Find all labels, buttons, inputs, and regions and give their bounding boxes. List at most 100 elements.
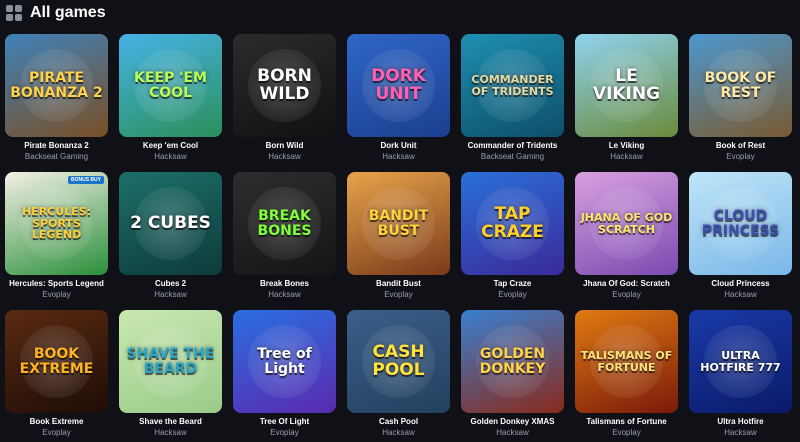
game-card[interactable]: BANDIT BUST Bandit Bust Evoplay	[347, 172, 450, 302]
game-title[interactable]: Break Bones	[233, 279, 336, 288]
game-provider: Evoplay	[42, 290, 71, 299]
game-card[interactable]: KEEP 'EM COOL Keep 'em Cool Hacksaw	[119, 34, 222, 164]
game-thumbnail[interactable]: BORN WILD	[233, 34, 336, 137]
game-card[interactable]: 2 CUBES Cubes 2 Hacksaw	[119, 172, 222, 302]
game-title[interactable]: Dork Unit	[347, 141, 450, 150]
game-title[interactable]: Book Extreme	[5, 417, 108, 426]
game-thumbnail[interactable]: BOOK OF REST	[689, 34, 792, 137]
game-provider: Backseat Gaming	[480, 152, 545, 161]
game-title[interactable]: Hercules: Sports Legend	[5, 279, 108, 288]
game-logo: KEEP 'EM COOL	[134, 69, 207, 101]
game-provider: Evoplay	[42, 428, 71, 437]
game-card[interactable]: TALISMANS OF FORTUNE Talismans of Fortune…	[575, 310, 678, 440]
game-thumbnail[interactable]: ULTRA HOTFIRE 777	[689, 310, 792, 413]
game-card[interactable]: COMMANDER OF TRIDENTS Commander of Triden…	[461, 34, 564, 164]
game-thumbnail[interactable]: TAP CRAZE	[461, 172, 564, 275]
game-title[interactable]: Bandit Bust	[347, 279, 450, 288]
game-title[interactable]: Tree Of Light	[233, 417, 336, 426]
game-card[interactable]: DORK UNIT Dork Unit Hacksaw	[347, 34, 450, 164]
game-thumbnail[interactable]: KEEP 'EM COOL	[119, 34, 222, 137]
game-logo: COMMANDER OF TRIDENTS	[471, 72, 554, 98]
game-thumbnail[interactable]: GOLDEN DONKEY	[461, 310, 564, 413]
game-logo: CASH POOL	[372, 341, 425, 380]
game-thumbnail[interactable]: BONUS BUY HERCULES: SPORTS LEGEND	[5, 172, 108, 275]
game-card[interactable]: BOOK EXTREME Book Extreme Evoplay	[5, 310, 108, 440]
game-provider: Hacksaw	[382, 152, 415, 161]
game-provider: Evoplay	[726, 152, 755, 161]
game-logo: CLOUD PRINCESS	[701, 207, 780, 239]
game-card[interactable]: TAP CRAZE Tap Craze Evoplay	[461, 172, 564, 302]
game-thumbnail[interactable]: 2 CUBES	[119, 172, 222, 275]
game-logo: SHAVE THE BEARD	[126, 345, 215, 377]
game-title[interactable]: Jhana Of God: Scratch	[575, 279, 678, 288]
game-thumbnail[interactable]: JHANA OF GOD SCRATCH	[575, 172, 678, 275]
game-logo: BOOK EXTREME	[19, 345, 94, 377]
game-logo: DORK UNIT	[371, 65, 426, 104]
game-logo: BREAK BONES	[257, 207, 312, 239]
game-provider: Hacksaw	[724, 428, 757, 437]
game-title[interactable]: Shave the Beard	[119, 417, 222, 426]
game-card[interactable]: Tree of Light Tree Of Light Evoplay	[233, 310, 336, 440]
game-logo: BOOK OF REST	[704, 69, 777, 101]
game-thumbnail[interactable]: BOOK EXTREME	[5, 310, 108, 413]
game-provider: Hacksaw	[268, 152, 301, 161]
game-thumbnail[interactable]: CASH POOL	[347, 310, 450, 413]
game-thumbnail[interactable]: SHAVE THE BEARD	[119, 310, 222, 413]
game-card[interactable]: SHAVE THE BEARD Shave the Beard Hacksaw	[119, 310, 222, 440]
game-title[interactable]: Cubes 2	[119, 279, 222, 288]
game-card[interactable]: CASH POOL Cash Pool Hacksaw	[347, 310, 450, 440]
game-card[interactable]: ULTRA HOTFIRE 777 Ultra Hotfire Hacksaw	[689, 310, 792, 440]
game-provider: Hacksaw	[496, 428, 529, 437]
game-title[interactable]: Cash Pool	[347, 417, 450, 426]
game-thumbnail[interactable]: CLOUD PRINCESS	[689, 172, 792, 275]
game-title[interactable]: Le Viking	[575, 141, 678, 150]
game-card[interactable]: LE VIKING Le Viking Hacksaw	[575, 34, 678, 164]
game-thumbnail[interactable]: DORK UNIT	[347, 34, 450, 137]
game-logo: HERCULES: SPORTS LEGEND	[21, 205, 92, 242]
game-thumbnail[interactable]: BREAK BONES	[233, 172, 336, 275]
game-provider: Hacksaw	[268, 290, 301, 299]
game-thumbnail[interactable]: COMMANDER OF TRIDENTS	[461, 34, 564, 137]
games-grid: PIRATE BONANZA 2 Pirate Bonanza 2 Backseat…	[5, 34, 792, 440]
game-title[interactable]: Commander of Tridents	[461, 141, 564, 150]
game-logo: GOLDEN DONKEY	[479, 345, 546, 377]
game-card[interactable]: GOLDEN DONKEY Golden Donkey XMAS Hacksaw	[461, 310, 564, 440]
game-logo: Tree of Light	[257, 345, 312, 377]
game-card[interactable]: BOOK OF REST Book of Rest Evoplay	[689, 34, 792, 164]
game-card[interactable]: JHANA OF GOD SCRATCH Jhana Of God: Scratc…	[575, 172, 678, 302]
grid-icon	[6, 5, 22, 21]
game-title[interactable]: Born Wild	[233, 141, 336, 150]
game-thumbnail[interactable]: BANDIT BUST	[347, 172, 450, 275]
game-thumbnail[interactable]: LE VIKING	[575, 34, 678, 137]
game-title[interactable]: Tap Craze	[461, 279, 564, 288]
game-logo: LE VIKING	[592, 65, 661, 104]
game-title[interactable]: Keep 'em Cool	[119, 141, 222, 150]
game-thumbnail[interactable]: Tree of Light	[233, 310, 336, 413]
game-thumbnail[interactable]: PIRATE BONANZA 2	[5, 34, 108, 137]
game-card[interactable]: BONUS BUY HERCULES: SPORTS LEGEND Hercules…	[5, 172, 108, 302]
game-title[interactable]: Talismans of Fortune	[575, 417, 678, 426]
game-card[interactable]: BREAK BONES Break Bones Hacksaw	[233, 172, 336, 302]
game-card[interactable]: PIRATE BONANZA 2 Pirate Bonanza 2 Backseat…	[5, 34, 108, 164]
game-logo: BORN WILD	[257, 65, 312, 104]
game-logo: BANDIT BUST	[368, 207, 429, 239]
game-card[interactable]: CLOUD PRINCESS Cloud Princess Hacksaw	[689, 172, 792, 302]
section-header: All games	[6, 3, 106, 23]
game-title[interactable]: Ultra Hotfire	[689, 417, 792, 426]
game-thumbnail[interactable]: TALISMANS OF FORTUNE	[575, 310, 678, 413]
game-provider: Hacksaw	[382, 428, 415, 437]
game-provider: Hacksaw	[154, 152, 187, 161]
game-logo: TAP CRAZE	[481, 203, 544, 242]
section-title: All games	[30, 4, 106, 21]
game-provider: Hacksaw	[154, 290, 187, 299]
game-card[interactable]: BORN WILD Born Wild Hacksaw	[233, 34, 336, 164]
game-provider: Evoplay	[612, 428, 641, 437]
game-logo: JHANA OF GOD SCRATCH	[580, 210, 673, 236]
game-title[interactable]: Golden Donkey XMAS	[461, 417, 564, 426]
game-title[interactable]: Cloud Princess	[689, 279, 792, 288]
game-title[interactable]: Book of Rest	[689, 141, 792, 150]
game-logo: PIRATE BONANZA 2	[10, 69, 103, 101]
game-title[interactable]: Pirate Bonanza 2	[5, 141, 108, 150]
bonus-buy-badge: BONUS BUY	[67, 176, 104, 184]
game-provider: Evoplay	[384, 290, 413, 299]
